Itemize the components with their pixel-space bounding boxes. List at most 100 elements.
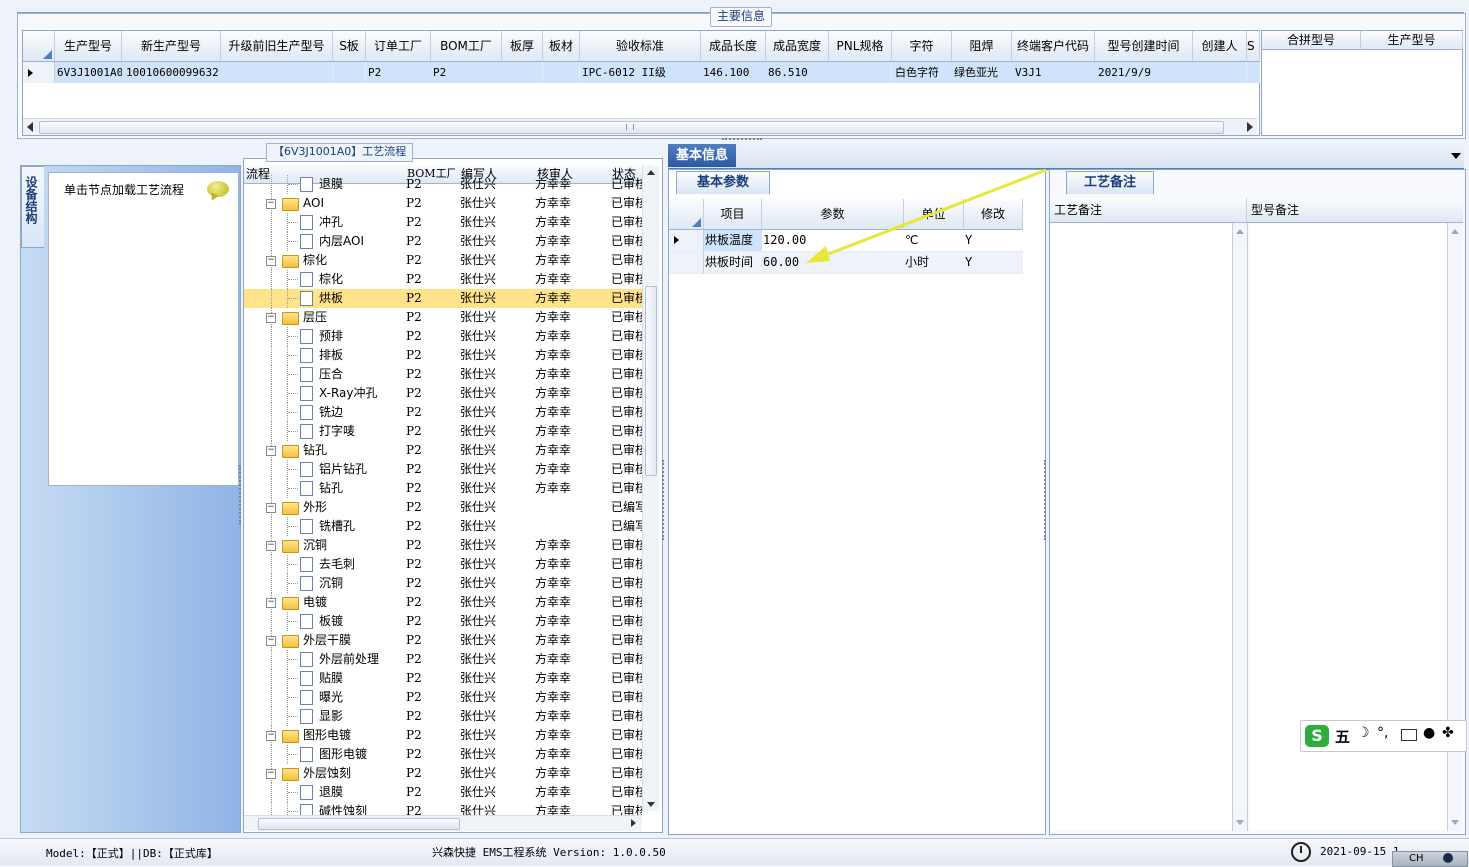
tree-step-row[interactable]: 图形电镀 P2 张仕兴 方幸幸 已审核 [244,745,642,764]
language-bar[interactable]: CH [1392,851,1468,867]
language-indicator[interactable]: CH [1409,853,1424,864]
scroll-left-icon[interactable] [27,122,33,132]
col-character[interactable]: 字符 [892,31,952,62]
param-grid-corner[interactable] [669,199,704,230]
sogou-logo-icon[interactable]: S [1305,725,1329,747]
col-bom-factory[interactable]: BOM工厂 [431,31,502,62]
cell-material[interactable] [543,62,580,83]
ime-mode[interactable]: 五 [1335,726,1350,747]
tree-step-row[interactable]: 沉铜 P2 张仕兴 方幸幸 已审核 [244,574,642,593]
ime-toolbar[interactable]: S 五 ☽ °, ● ✤ [1300,720,1467,752]
tree-step-row[interactable]: 棕化 P2 张仕兴 方幸幸 已审核 [244,270,642,289]
cell-order-factory[interactable]: P2 [366,62,433,83]
tree-step-row[interactable]: 排板 P2 张仕兴 方幸幸 已审核 [244,346,642,365]
tree-step-row[interactable]: 曝光 P2 张仕兴 方幸幸 已审核 [244,688,642,707]
param-cell-item[interactable]: 烘板时间 [704,252,762,274]
tree-folder-row[interactable]: − 外层蚀刻 P2 张仕兴 方幸幸 已审核 [244,764,642,783]
scroll-up-icon[interactable] [647,170,655,175]
collapse-icon[interactable]: − [266,256,276,266]
tree-step-row[interactable]: 铣边 P2 张仕兴 方幸幸 已审核 [244,403,642,422]
cell-truncated[interactable] [1247,62,1260,83]
col-width[interactable]: 成品宽度 [766,31,829,62]
cell-width[interactable]: 86.510 [766,62,831,83]
flow-hscrollbar[interactable] [244,815,642,831]
cell-created-time[interactable]: 2021/9/9 [1095,62,1196,83]
tree-step-row[interactable]: 烘板 P2 张仕兴 方幸幸 已审核 [244,289,642,308]
cell-standard[interactable]: IPC-6012 II级 [580,62,703,83]
col-customer-code[interactable]: 终端客户代码 [1012,31,1095,62]
param-row-indicator[interactable] [669,230,704,252]
col-standard[interactable]: 验收标准 [580,31,701,62]
collapse-icon[interactable]: − [266,636,276,646]
scroll-down-icon[interactable] [647,802,655,807]
tree-folder-row[interactable]: − 外层干膜 P2 张仕兴 方幸幸 已审核 [244,631,642,650]
col-order-factory[interactable]: 订单工厂 [366,31,431,62]
tree-step-row[interactable]: X-Ray冲孔 P2 张仕兴 方幸幸 已审核 [244,384,642,403]
cell-character[interactable]: 白色字符 [892,62,955,83]
tree-folder-row[interactable]: − 图形电镀 P2 张仕兴 方幸幸 已审核 [244,726,642,745]
cell-bom-factory[interactable]: P2 [431,62,504,83]
process-note-field[interactable] [1050,223,1233,831]
col-creator[interactable]: 创建人 [1193,31,1247,62]
tree-folder-row[interactable]: − 层压 P2 张仕兴 方幸幸 已审核 [244,308,642,327]
scroll-right-icon[interactable] [1247,122,1253,132]
col-length[interactable]: 成品长度 [701,31,766,62]
tree-step-row[interactable]: 冲孔 P2 张仕兴 方幸幸 已审核 [244,213,642,232]
col-created-time[interactable]: 型号创建时间 [1095,31,1193,62]
col-merge-model[interactable]: 合拼型号 [1262,31,1361,50]
punctuation-icon[interactable]: °, [1377,725,1388,741]
collapse-icon[interactable]: − [266,199,276,209]
col-solder-mask[interactable]: 阻焊 [952,31,1012,62]
chevron-down-icon[interactable] [1451,153,1461,159]
col-material[interactable]: 板材 [543,31,580,62]
tree-folder-row[interactable]: − 沉铜 P2 张仕兴 方幸幸 已审核 [244,536,642,555]
tree-folder-row[interactable]: − AOI P2 张仕兴 方幸幸 已审核 [244,194,642,213]
cell-length[interactable]: 146.100 [701,62,768,83]
grid-corner[interactable] [23,31,55,62]
collapse-icon[interactable]: − [266,446,276,456]
tree-step-row[interactable]: 去毛刺 P2 张仕兴 方幸幸 已审核 [244,555,642,574]
col-pnl[interactable]: PNL规格 [829,31,892,62]
cell-thickness[interactable] [502,62,543,83]
tree-step-row[interactable]: 贴膜 P2 张仕兴 方幸幸 已审核 [244,669,642,688]
col-truncated[interactable]: S [1247,31,1260,62]
tree-step-row[interactable]: 铣槽孔 P2 张仕兴 已编写 [244,517,642,536]
tree-step-row[interactable]: 打字唛 P2 张仕兴 方幸幸 已审核 [244,422,642,441]
col-old-model[interactable]: 升级前旧生产型号 [221,31,333,62]
cell-old-model[interactable] [221,62,333,83]
flow-vscrollbar[interactable] [642,166,659,811]
param-cell-item[interactable]: 烘板温度 [704,230,762,252]
tab-basic-info[interactable]: 基本信息 [668,144,736,167]
tree-step-row[interactable]: 外层前处理 P2 张仕兴 方幸幸 已审核 [244,650,642,669]
collapse-icon[interactable]: − [266,769,276,779]
tree-step-row[interactable]: 钻孔 P2 张仕兴 方幸幸 已审核 [244,479,642,498]
tree-step-row[interactable]: 内层AOI P2 张仕兴 方幸幸 已审核 [244,232,642,251]
main-grid-hscrollbar[interactable] [23,118,1257,135]
param-col-item[interactable]: 项目 [704,199,762,230]
tree-step-row[interactable]: 铝片钻孔 P2 张仕兴 方幸幸 已审核 [244,460,642,479]
collapse-icon[interactable]: − [266,598,276,608]
cell-new-prod-model[interactable]: 10010600099632 [122,62,225,83]
moon-icon[interactable]: ☽ [1357,725,1370,741]
grid-menu-icon[interactable]: ✤ [1442,725,1454,741]
row-indicator[interactable] [23,62,55,83]
cell-creator[interactable] [1193,62,1247,83]
tree-folder-row[interactable]: − 外形 P2 张仕兴 已编写 [244,498,642,517]
main-grid-scroll-thumb[interactable] [39,121,1224,134]
col-merge-prod-model[interactable]: 生产型号 [1361,31,1463,50]
col-new-prod-model[interactable]: 新生产型号 [122,31,221,62]
keyboard-icon[interactable] [1401,729,1417,741]
cell-s-board[interactable] [333,62,366,83]
cell-pnl[interactable] [829,62,892,83]
tree-step-row[interactable]: 显影 P2 张仕兴 方幸幸 已审核 [244,707,642,726]
process-note-scrollbar[interactable] [1233,223,1248,831]
param-row-indicator[interactable] [669,252,704,274]
tab-process-notes[interactable]: 工艺备注 [1066,171,1154,194]
tree-step-row[interactable]: 预排 P2 张仕兴 方幸幸 已审核 [244,327,642,346]
cell-customer-code[interactable]: V3J1 [1012,62,1098,83]
tree-step-row[interactable]: 退膜 P2 张仕兴 方幸幸 已审核 [244,783,642,802]
collapse-icon[interactable]: − [266,503,276,513]
cell-solder-mask[interactable]: 绿色亚光 [952,62,1014,83]
help-icon[interactable] [1443,853,1453,863]
flow-hscroll-thumb[interactable] [258,818,460,830]
